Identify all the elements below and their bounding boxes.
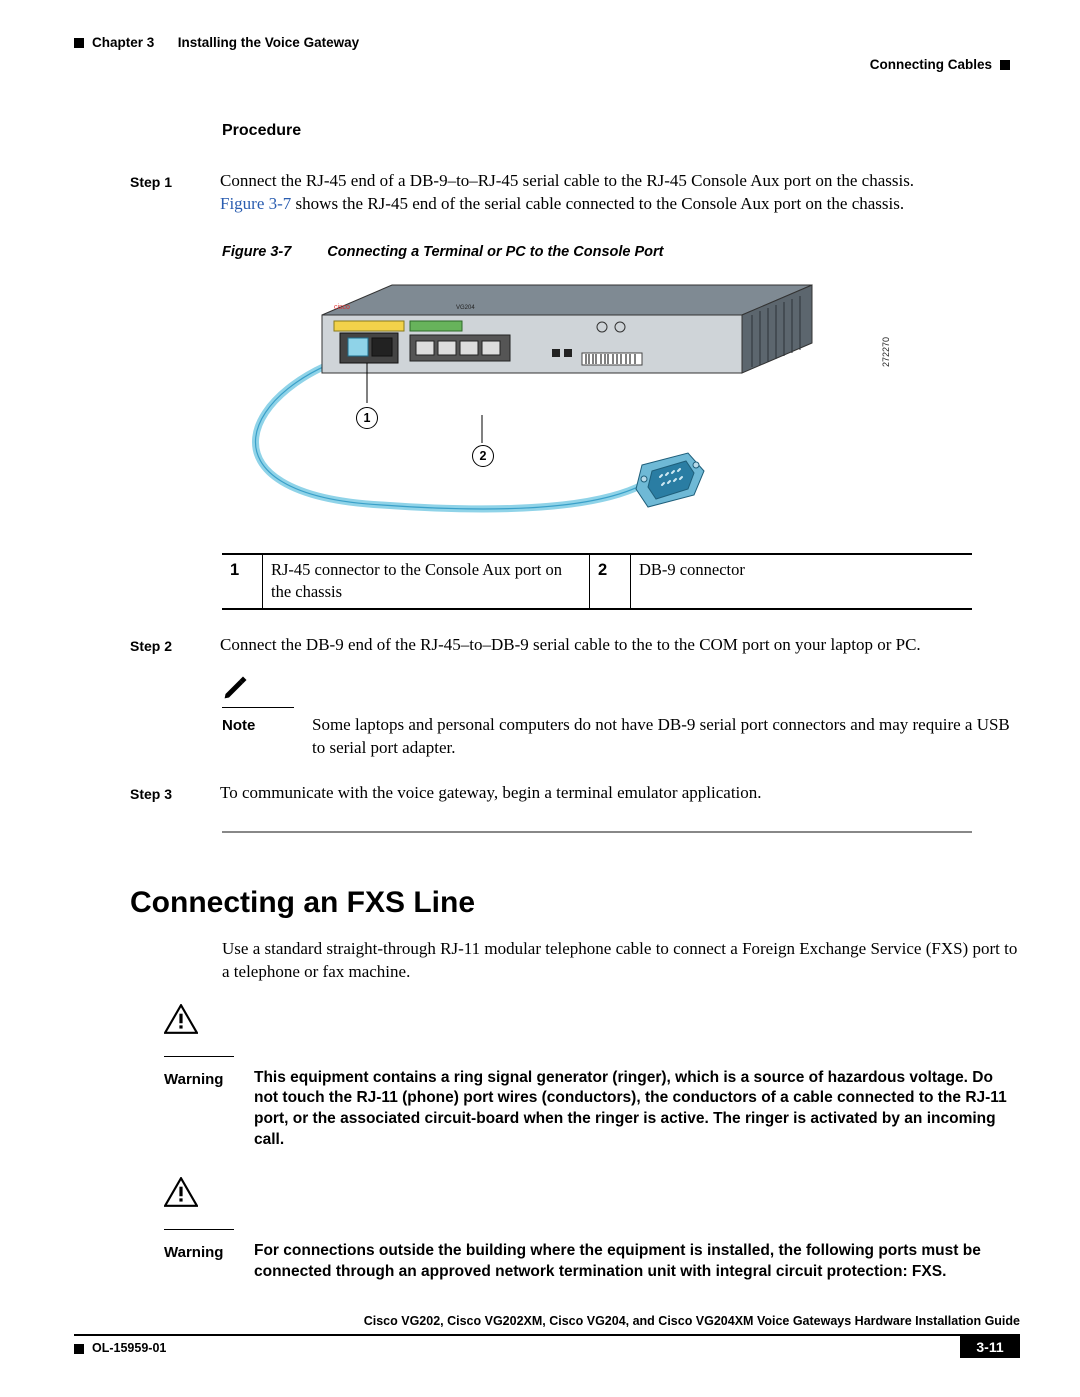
figure-3-7: cisco VG204 <box>222 275 862 535</box>
warning-text-2: For connections outside the building whe… <box>254 1241 1020 1283</box>
svg-text:cisco: cisco <box>334 304 350 311</box>
chapter-title: Installing the Voice Gateway <box>178 34 359 52</box>
page-footer: Cisco VG202, Cisco VG202XM, Cisco VG204,… <box>74 1313 1020 1357</box>
device-illustration: cisco VG204 <box>222 275 862 535</box>
footer-bullet-icon <box>74 1344 84 1354</box>
callout-num-2: 2 <box>590 554 631 609</box>
footer-doc-title: Cisco VG202, Cisco VG202XM, Cisco VG204,… <box>74 1313 1020 1330</box>
warning-2: Warning For connections outside the buil… <box>130 1177 1020 1283</box>
callout-2: 2 <box>472 445 494 467</box>
figure-ref-link[interactable]: Figure 3-7 <box>220 194 291 213</box>
step-1-body: Connect the RJ-45 end of a DB-9–to–RJ-45… <box>220 170 1020 216</box>
section-heading: Connecting an FXS Line <box>130 883 1020 924</box>
step-3: Step 3 To communicate with the voice gat… <box>130 782 1020 805</box>
page-body: Procedure Step 1 Connect the RJ-45 end o… <box>130 120 1020 1283</box>
footer-doc-num: OL-15959-01 <box>92 1340 166 1357</box>
table-row: 1 RJ-45 connector to the Console Aux por… <box>222 554 972 609</box>
warning-triangle-icon <box>164 1004 198 1034</box>
step-1-text-a: Connect the RJ-45 end of a DB-9–to–RJ-45… <box>220 171 914 190</box>
figure-title: Connecting a Terminal or PC to the Conso… <box>327 243 663 263</box>
step-3-body: To communicate with the voice gateway, b… <box>220 782 1020 805</box>
callout-num-1: 1 <box>222 554 263 609</box>
note-block: Note Some laptops and personal computers… <box>222 673 1020 761</box>
warning-1: Warning This equipment contains a ring s… <box>130 1004 1020 1152</box>
chapter-label: Chapter 3 <box>92 34 154 52</box>
section-divider <box>222 831 972 833</box>
device-model-label: VG204 <box>456 305 475 311</box>
figure-id-label: 272270 <box>880 337 892 367</box>
header-bullet-right-icon <box>1000 60 1010 70</box>
footer-page-number: 3-11 <box>960 1336 1020 1358</box>
callout-table: 1 RJ-45 connector to the Console Aux por… <box>222 553 972 610</box>
page-header: Chapter 3 Installing the Voice Gateway C… <box>74 34 1010 52</box>
step-2: Step 2 Connect the DB-9 end of the RJ-45… <box>130 634 1020 657</box>
header-bullet-icon <box>74 38 84 48</box>
section-intro: Use a standard straight-through RJ-11 mo… <box>222 938 1020 984</box>
warning-label-2: Warning <box>164 1241 236 1283</box>
note-label: Note <box>222 714 294 760</box>
step-1: Step 1 Connect the RJ-45 end of a DB-9–t… <box>130 170 1020 216</box>
step-1-label: Step 1 <box>130 170 202 216</box>
figure-label: Figure 3-7 <box>222 243 291 263</box>
step-2-body: Connect the DB-9 end of the RJ-45–to–DB-… <box>220 634 1020 657</box>
step-1-text-b: shows the RJ-45 end of the serial cable … <box>291 194 904 213</box>
procedure-heading: Procedure <box>222 120 1020 142</box>
note-text: Some laptops and personal computers do n… <box>312 714 1020 760</box>
figure-caption: Figure 3-7 Connecting a Terminal or PC t… <box>222 243 1020 263</box>
step-2-label: Step 2 <box>130 634 202 657</box>
pencil-icon <box>222 673 250 701</box>
section-right: Connecting Cables <box>870 56 992 74</box>
callout-desc-2: DB-9 connector <box>631 554 973 609</box>
warning-text-1: This equipment contains a ring signal ge… <box>254 1068 1020 1152</box>
callout-desc-1: RJ-45 connector to the Console Aux port … <box>263 554 590 609</box>
warning-label-1: Warning <box>164 1068 236 1152</box>
step-3-label: Step 3 <box>130 782 202 805</box>
callout-1: 1 <box>356 407 378 429</box>
warning-triangle-icon <box>164 1177 198 1207</box>
